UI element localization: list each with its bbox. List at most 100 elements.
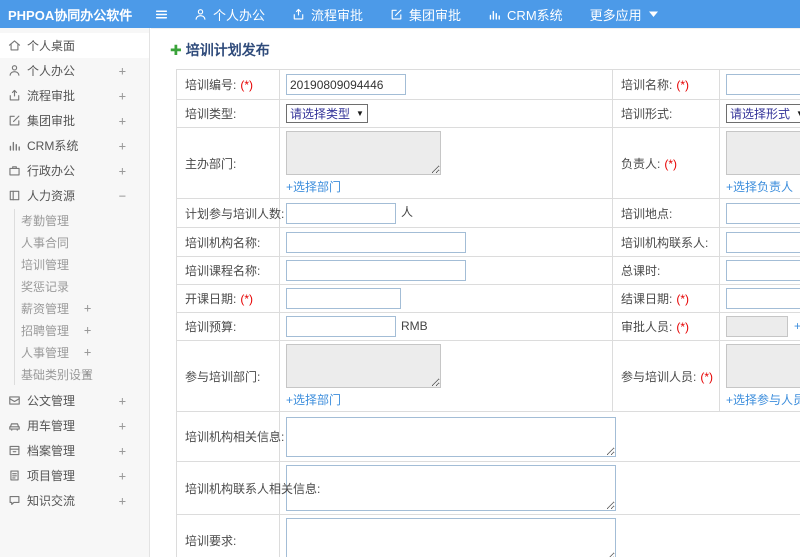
nav-more-apps[interactable]: 更多应用	[590, 5, 658, 24]
flow-icon	[292, 8, 305, 21]
org-contact-input[interactable]	[726, 231, 800, 253]
sidebar-item-document-mgmt[interactable]: 公文管理 +	[0, 388, 149, 413]
field-cell-host-department: +选择部门	[279, 127, 613, 199]
participating-staff-pick-link[interactable]: +选择参与人员	[726, 391, 800, 408]
required-mark: (*)	[240, 292, 254, 306]
field-label: 培训预算:	[185, 320, 237, 334]
sidebar-item-knowledge-exchange[interactable]: 知识交流 +	[0, 488, 149, 513]
sidebar-item-label: 项目管理	[27, 469, 76, 483]
field-label: 培训地点:	[621, 206, 673, 221]
training-requirements-textarea[interactable]	[286, 518, 616, 557]
sidebar-item-personal-office[interactable]: 个人办公 +	[0, 58, 149, 83]
participating-staff-area[interactable]	[726, 344, 800, 388]
training-place-input[interactable]	[726, 202, 800, 224]
sidebar-item-crm-system[interactable]: CRM系统 +	[0, 133, 149, 158]
chat-icon	[8, 494, 24, 507]
field-label: 培训要求:	[185, 533, 237, 548]
start-date-input[interactable]	[286, 288, 401, 309]
sidebar-subitem-training-mgmt[interactable]: 培训管理	[15, 253, 149, 275]
label-cell-org-contact-related-info: 培训机构联系人相关信息:	[176, 461, 320, 515]
sidebar-item-label: 集团审批	[27, 114, 76, 128]
nav-group-approval[interactable]: 集团审批	[390, 5, 461, 24]
sidebar-item-archive-mgmt[interactable]: 档案管理 +	[0, 438, 149, 463]
sidebar-item-label: 用车管理	[27, 419, 76, 433]
training-type-select-value: 请选择类型	[290, 107, 351, 121]
leader-area[interactable]	[726, 131, 800, 175]
sidebar-item-label: 档案管理	[27, 444, 76, 458]
sidebar-subitem-personnel-mgmt[interactable]: 人事管理 +	[15, 341, 149, 363]
field-label: 培训课程名称:	[185, 264, 261, 278]
field-label: 培训形式:	[621, 107, 673, 121]
field-cell-training-form: 请选择形式 ▼	[719, 99, 800, 128]
required-mark: (*)	[676, 320, 690, 334]
nav-crm-system[interactable]: CRM系统	[488, 5, 563, 24]
training-form-select[interactable]: 请选择形式 ▼	[726, 104, 800, 123]
field-label: 培训类型:	[185, 107, 237, 121]
course-name-input[interactable]	[286, 260, 466, 281]
approver-input[interactable]	[726, 316, 788, 337]
sidebar-subitem-hr-contract[interactable]: 人事合同	[15, 231, 149, 253]
sidebar-item-group-approval[interactable]: 集团审批 +	[0, 108, 149, 133]
leader-pick-link[interactable]: +选择负责人	[726, 178, 800, 195]
app-logo: PHPOA协同办公软件	[8, 7, 133, 23]
nav-item-label: 流程审批	[311, 7, 364, 23]
field-label: 结课日期:	[621, 292, 673, 306]
org-name-input[interactable]	[286, 231, 466, 253]
sidebar-subitem-recruitment-mgmt[interactable]: 招聘管理 +	[15, 319, 149, 341]
field-cell-participating-staff: +选择参与人员	[719, 340, 800, 412]
sidebar-item-label: 个人办公	[27, 64, 76, 78]
sidebar-item-personal-desktop[interactable]: 个人桌面	[0, 33, 149, 58]
field-cell-budget: RMB	[279, 312, 613, 341]
sidebar-item-label: 知识交流	[27, 494, 76, 508]
participating-department-area[interactable]	[286, 344, 441, 388]
label-cell-approver: 审批人员: (*)	[612, 312, 720, 341]
nav-workflow-approval[interactable]: 流程审批	[292, 5, 363, 24]
training-form: 培训编号:(*)培训名称:(*)培训类型:请选择类型▼培训形式:请选择形式▼主办…	[176, 69, 800, 557]
approver-pick-link[interactable]: +选择审批人员	[794, 319, 800, 333]
host-department-area[interactable]	[286, 131, 441, 175]
sidebar-subitem-label: 基础类别设置	[21, 367, 94, 382]
flow-icon	[8, 89, 24, 102]
participating-department-pick-link[interactable]: +选择部门	[286, 391, 612, 408]
expand-icon: +	[118, 163, 126, 178]
sidebar-subitem-salary-mgmt[interactable]: 薪资管理 +	[15, 297, 149, 319]
nav-personal-office[interactable]: 个人办公	[194, 5, 265, 24]
field-cell-org-contact-related-info	[279, 461, 800, 515]
host-department-pick-link[interactable]: +选择部门	[286, 178, 612, 195]
sidebar-item-vehicle-mgmt[interactable]: 用车管理 +	[0, 413, 149, 438]
training-name-input[interactable]	[726, 74, 800, 95]
sidebar: 个人桌面 个人办公 + 流程审批 + 集团审批 + CRM系统 + 行政办公 + 人力资源 − 考勤管理人…	[0, 28, 150, 557]
planned-participants-input[interactable]	[286, 202, 396, 224]
main-content: ✚ 培训计划发布 培训编号:(*)培训名称:(*)培训类型:请选择类型▼培训形式…	[151, 28, 800, 557]
planned-participants-suffix: 人	[401, 205, 414, 220]
expand-icon: +	[118, 443, 126, 458]
caret-down-icon: ▼	[796, 109, 800, 118]
menu-icon[interactable]	[150, 3, 172, 25]
budget-input[interactable]	[286, 316, 396, 337]
sidebar-item-human-resources[interactable]: 人力资源 −	[0, 183, 149, 208]
required-mark: (*)	[664, 156, 678, 171]
sidebar-subitem-attendance-mgmt[interactable]: 考勤管理	[15, 209, 149, 231]
label-cell-org-related-info: 培训机构相关信息:	[176, 411, 284, 462]
sidebar-subitem-basic-category-settings[interactable]: 基础类别设置 +	[15, 363, 149, 385]
label-cell-leader: 负责人: (*)	[612, 127, 720, 199]
sidebar-subitem-reward-punishment[interactable]: 奖惩记录	[15, 275, 149, 297]
sidebar-item-label: 流程审批	[27, 89, 76, 103]
field-cell-course-name	[279, 256, 613, 285]
sidebar-item-project-mgmt[interactable]: 项目管理 +	[0, 463, 149, 488]
field-label: 培训编号:	[185, 78, 237, 92]
sidebar-item-workflow-approval[interactable]: 流程审批 +	[0, 83, 149, 108]
total-hours-input[interactable]	[726, 260, 800, 281]
training-type-select[interactable]: 请选择类型 ▼	[286, 104, 368, 123]
sidebar-subitem-label: 考勤管理	[21, 213, 70, 228]
org-related-info-textarea[interactable]	[286, 416, 616, 457]
sidebar-item-admin-office[interactable]: 行政办公 +	[0, 158, 149, 183]
required-mark: (*)	[700, 369, 714, 384]
org-contact-related-info-textarea[interactable]	[286, 465, 616, 511]
label-cell-budget: 培训预算:	[176, 312, 280, 341]
label-cell-participating-staff: 参与培训人员: (*)	[612, 340, 720, 412]
label-cell-org-contact: 培训机构联系人:	[612, 227, 720, 257]
end-date-input[interactable]	[726, 288, 800, 309]
training-no-input[interactable]	[286, 74, 406, 95]
sidebar-subitem-label: 培训管理	[21, 257, 70, 272]
